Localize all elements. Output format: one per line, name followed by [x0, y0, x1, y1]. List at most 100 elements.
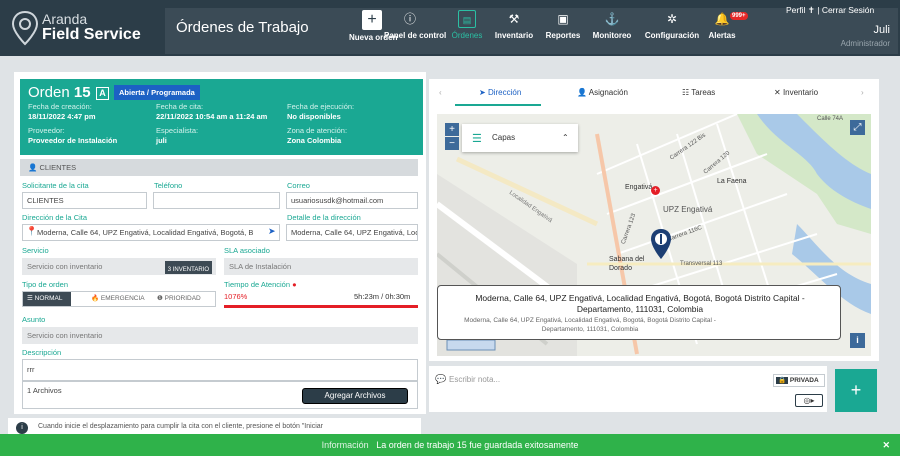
phone-field[interactable]	[153, 192, 280, 209]
bell-icon: 🔔	[714, 12, 730, 26]
clients-section-header: 👤 CLIENTES	[20, 159, 418, 176]
layers-dropdown[interactable]: ☰ Capas ⌃	[462, 124, 578, 152]
zoom-in-button[interactable]: +	[445, 123, 459, 136]
warning-icon: ●	[292, 280, 297, 289]
gear-icon: ✲	[666, 12, 678, 26]
alerts-count-badge: 999+	[730, 12, 748, 20]
comment-icon: 💬	[435, 374, 447, 384]
address-label: Dirección de la Cita	[22, 213, 88, 222]
aranda-logo-icon	[12, 10, 38, 46]
brand-top: Aranda	[42, 11, 88, 27]
profile-icon: ✝	[807, 5, 818, 15]
map-label: La Faena	[717, 178, 747, 185]
map-marker-icon[interactable]	[650, 228, 672, 260]
hospital-icon: +	[651, 186, 660, 195]
order-title: Orden 15	[28, 84, 91, 101]
note-input[interactable]: Escribir nota...	[449, 375, 500, 384]
private-toggle[interactable]: 🔒 PRIVADA	[773, 374, 825, 387]
subject-label: Asunto	[22, 315, 46, 324]
address-detail-field[interactable]: Moderna, Calle 64, UPZ Engativá, Localid…	[286, 224, 418, 241]
subject-field: Servicio con inventario	[22, 327, 418, 344]
attention-time-label: Tiempo de Atención ●	[224, 280, 297, 289]
description-field[interactable]: rrr	[22, 359, 418, 381]
status-badge: Abierta / Programada	[114, 85, 200, 100]
map-zoom-controls: + −	[445, 123, 459, 151]
toast-message: La orden de trabajo 15 fue guardada exit…	[376, 440, 579, 450]
layers-icon: ☰	[472, 133, 482, 145]
tab-tareas[interactable]: ☷ Tareas	[682, 88, 715, 97]
nav-reports[interactable]: ▣ Reportes	[545, 10, 581, 50]
navigation-arrow-icon[interactable]: ➤	[268, 226, 276, 237]
order-type-normal[interactable]: ☰ NORMAL	[23, 292, 71, 306]
requester-field[interactable]: CLIENTES	[22, 192, 147, 209]
order-type-emergency[interactable]: 🔥 EMERGENCIA	[87, 292, 151, 306]
map-label: Calle 74A	[817, 116, 844, 122]
nav-orders[interactable]: ▤ Órdenes	[450, 10, 484, 50]
attention-zone: Zona de atención: Zona Colombia	[287, 126, 348, 145]
order-type-letter: A	[96, 87, 109, 100]
requester-label: Solicitante de la cita	[22, 181, 89, 190]
chevron-up-icon: ⌃	[562, 133, 569, 142]
address-field[interactable]: Moderna, Calle 64, UPZ Engativá, Localid…	[22, 224, 280, 241]
add-note-button[interactable]: +	[835, 369, 877, 412]
popup-address-main: Moderna, Calle 64, UPZ Engativá, Localid…	[475, 293, 805, 314]
location-pin-icon: 📍	[26, 226, 38, 236]
order-type-label: Tipo de orden	[22, 280, 69, 289]
plus-icon: +	[362, 10, 382, 30]
inventory-count-badge: 3 INVENTARIO	[164, 261, 212, 274]
execution-date: Fecha de ejecución: No disponibles	[287, 102, 355, 121]
order-type-priority[interactable]: ❶ PRIORIDAD	[153, 292, 215, 306]
description-label: Descripción	[22, 348, 62, 357]
provider: Proveedor: Proveedor de Instalación	[28, 126, 118, 145]
attention-percent: 1076%	[224, 292, 248, 301]
list-icon: ☰	[27, 295, 35, 302]
address-detail-label: Detalle de la dirección	[287, 213, 361, 222]
tools-icon: ✕	[774, 88, 783, 97]
fire-icon: 🔥	[91, 295, 101, 302]
map-label: Engativá	[625, 184, 653, 191]
voice-record-button[interactable]: ◎▸	[795, 394, 823, 407]
fullscreen-icon[interactable]: ⤢	[850, 120, 865, 135]
zoom-out-button[interactable]: −	[445, 137, 459, 150]
report-icon: ▣	[557, 12, 569, 26]
close-icon[interactable]: ✕	[882, 434, 890, 456]
profile-link[interactable]: Perfil	[786, 5, 805, 15]
service-field[interactable]: Servicio con inventario 3 INVENTARIO	[22, 258, 216, 275]
user-name: Juli	[873, 24, 890, 36]
nav-configuration[interactable]: ✲ Configuración	[644, 10, 700, 50]
add-files-button[interactable]: Agregar Archivos	[302, 388, 408, 404]
detail-tabs: ‹ ➤ Dirección 👤 Asignación ☷ Tareas ✕ In…	[429, 79, 879, 106]
info-icon[interactable]: i	[850, 333, 865, 348]
tabs-prev-icon[interactable]: ‹	[439, 88, 442, 97]
order-type-selector: ☰ NORMAL 🔥 EMERGENCIA ❶ PRIORIDAD	[22, 291, 216, 307]
attention-time: 5h:23m / 0h:30m	[354, 292, 411, 301]
info-icon: i	[16, 422, 28, 434]
sla-field: SLA de Instalación	[224, 258, 418, 275]
info-icon: ⓘ	[403, 12, 416, 26]
nav-monitoring[interactable]: ⚓ Monitoreo	[592, 10, 632, 50]
tasks-icon: ☷	[682, 88, 692, 97]
phone-label: Teléfono	[154, 181, 183, 190]
tab-direccion[interactable]: ➤ Dirección	[479, 88, 521, 97]
nav-inventory[interactable]: ⚒ Inventario	[494, 10, 534, 50]
specialist: Especialista: juli	[156, 126, 199, 145]
navigation-icon: ➤	[479, 88, 488, 97]
tabs-next-icon[interactable]: ›	[861, 88, 864, 97]
toast-label: Información	[321, 440, 369, 450]
hint-text: Cuando inicie el desplazamiento para cum…	[38, 423, 323, 430]
tools-icon: ⚒	[508, 12, 520, 26]
address-popup: Moderna, Calle 64, UPZ Engativá, Localid…	[437, 285, 841, 340]
nav-control-panel[interactable]: ⓘ Panel de control	[384, 10, 446, 50]
order-header: Orden 15 A Abierta / Programada Fecha de…	[20, 79, 423, 155]
tab-asignacion[interactable]: 👤 Asignación	[577, 88, 628, 97]
map-label: Sabana del Dorado	[609, 256, 645, 272]
page-title: Órdenes de Trabajo	[176, 19, 309, 36]
email-field[interactable]: usuariosusdk@hotmail.com	[286, 192, 418, 209]
note-box: 💬 Escribir nota... 🔒 PRIVADA ◎▸	[429, 366, 827, 412]
logout-link[interactable]: Cerrar Sesión	[822, 5, 874, 15]
email-label: Correo	[287, 181, 310, 190]
tab-inventario[interactable]: ✕ Inventario	[774, 88, 818, 97]
map-label: Transversal 113	[680, 261, 723, 267]
appointment-date: Fecha de cita: 22/11/2022 10:54 am a 11:2…	[156, 102, 268, 121]
lock-icon: 🔒	[776, 377, 789, 384]
